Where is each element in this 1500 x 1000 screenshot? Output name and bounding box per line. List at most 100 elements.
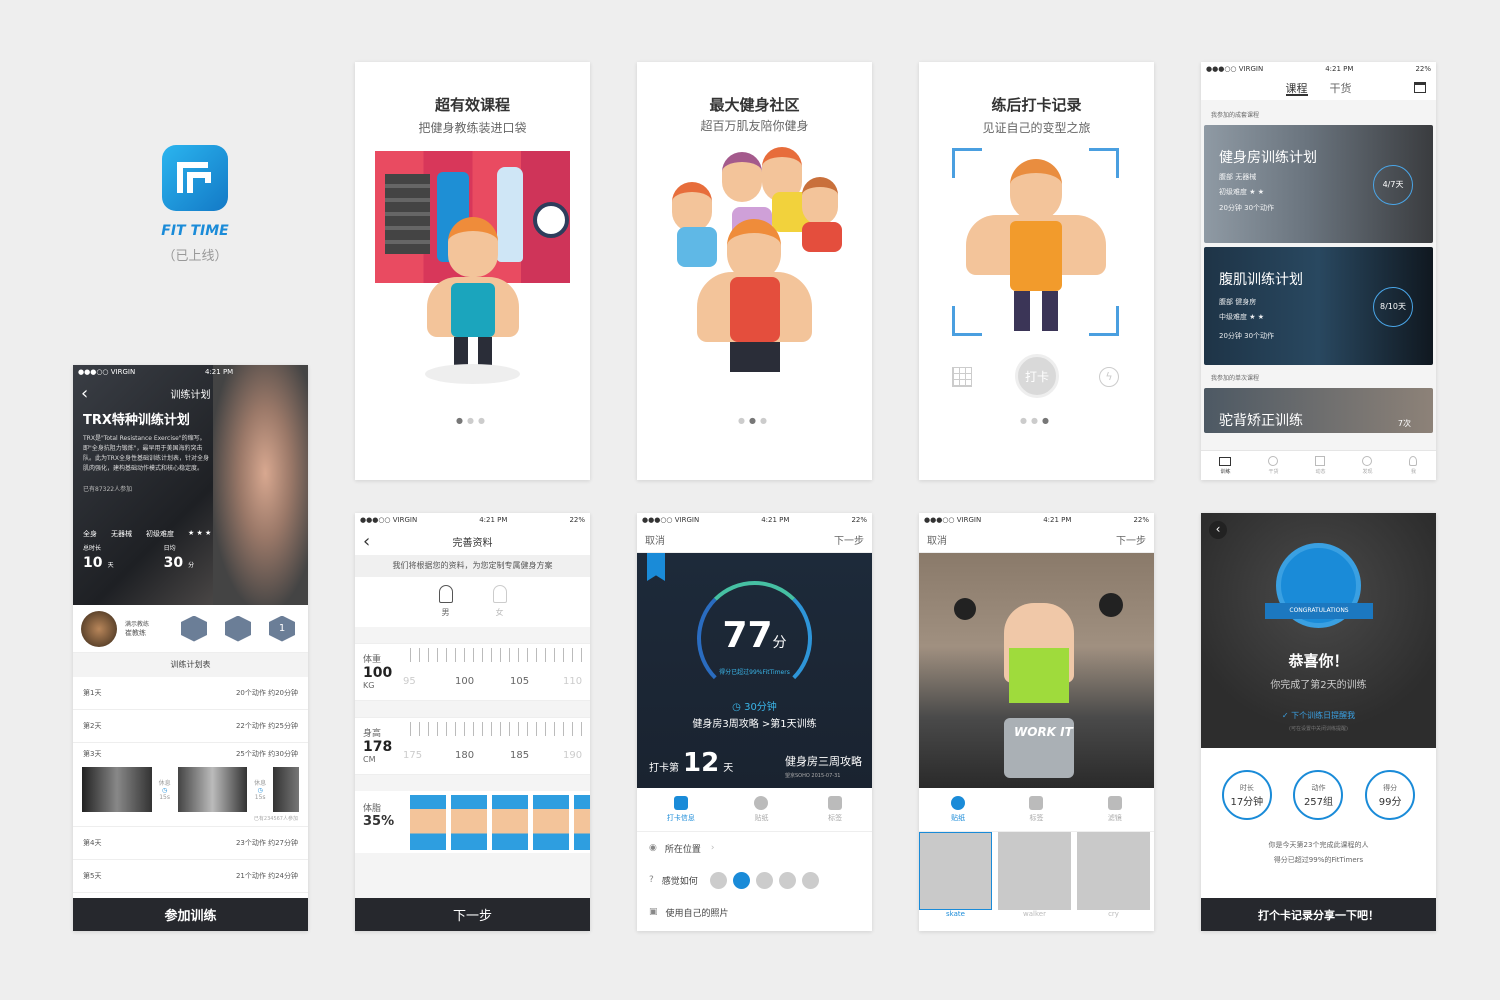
face-icon[interactable] bbox=[778, 871, 796, 889]
checkin-days: 12 bbox=[683, 748, 720, 778]
nav-profile[interactable]: 我 bbox=[1409, 456, 1418, 475]
day-row[interactable]: 第2天 22个动作 约25分钟 bbox=[73, 710, 308, 743]
body-type-thumb[interactable] bbox=[492, 795, 528, 850]
brand-block: FIT TIME （已上线） bbox=[150, 145, 240, 264]
photo-row[interactable]: ▣ 使用自己的照片 bbox=[649, 896, 860, 928]
tab-stickers[interactable]: 贴纸 bbox=[951, 796, 966, 823]
tab-courses[interactable]: 课程 bbox=[1285, 76, 1308, 96]
height-ruler[interactable]: 身高 178 CM 175 180 185 190 bbox=[355, 717, 590, 775]
course-card[interactable]: 驼背矫正训练 7次 bbox=[1204, 388, 1433, 433]
back-icon[interactable]: ‹ bbox=[1209, 521, 1227, 539]
body-fat-picker[interactable]: 体脂 35% bbox=[355, 791, 590, 853]
stopwatch-icon bbox=[533, 202, 569, 238]
duration-value: 10 bbox=[83, 555, 103, 571]
badge-icon: 1 bbox=[269, 615, 295, 642]
sticker-item[interactable]: cry bbox=[1077, 832, 1150, 918]
screen-courses: ●●●○○ VIRGIN 4:21 PM 22% 课程 干货 我参加的成套课程 健身… bbox=[1201, 62, 1436, 480]
tab-checkin-info[interactable]: 打卡信息 bbox=[667, 796, 695, 823]
remind-toggle[interactable]: ✓ 下个训练日提醒我 bbox=[1201, 710, 1436, 721]
brand-name: FIT TIME bbox=[161, 223, 229, 239]
tab-articles[interactable]: 干货 bbox=[1330, 76, 1352, 100]
coach-avatar[interactable] bbox=[81, 610, 117, 647]
body-type-thumb[interactable] bbox=[533, 795, 569, 850]
stat-reps: 动作 257组 bbox=[1293, 770, 1344, 820]
brand-status: （已上线） bbox=[162, 249, 228, 264]
tag: 全身 bbox=[83, 530, 97, 538]
tab-tags[interactable]: 标签 bbox=[828, 796, 843, 823]
plan-desc: TRX是"Total Resistance Exercise"的缩写。即"全身抗… bbox=[83, 435, 209, 472]
face-icon[interactable] bbox=[755, 871, 773, 889]
face-icon[interactable] bbox=[732, 871, 750, 889]
back-icon[interactable]: ‹ bbox=[81, 383, 101, 404]
tab-tags[interactable]: 标签 bbox=[1029, 796, 1044, 823]
next-button[interactable]: 下一步 bbox=[834, 532, 864, 547]
sticker-item[interactable]: skate bbox=[919, 832, 992, 918]
join-training-button[interactable]: 参加训练 bbox=[73, 898, 308, 931]
face-icon[interactable] bbox=[801, 871, 819, 889]
body-type-thumb[interactable] bbox=[451, 795, 487, 850]
status-bar: ●●●○○ VIRGIN 4:21 PM 22% bbox=[642, 516, 867, 524]
day-row[interactable]: 第4天 23个动作 约27分钟 bbox=[73, 827, 308, 860]
nav-training[interactable]: 训练 bbox=[1219, 456, 1232, 475]
cancel-button[interactable]: 取消 bbox=[645, 532, 665, 547]
back-icon[interactable]: ‹ bbox=[363, 531, 383, 552]
bottom-nav: 训练 干货 动态 发现 我 bbox=[1201, 450, 1436, 480]
day-row[interactable]: 第5天 21个动作 约24分钟 bbox=[73, 860, 308, 893]
trainer-character bbox=[966, 159, 1106, 331]
ribbon: CONGRATULATIONS bbox=[1265, 603, 1373, 619]
next-button[interactable]: 下一步 bbox=[1116, 532, 1146, 547]
pager-dots: ●●● bbox=[1020, 416, 1053, 425]
course-card[interactable]: 健身房训练计划 腹部 无器械 初级难度 ★ ★ 20分钟 30个动作 4/7天 bbox=[1204, 125, 1433, 243]
workout-photo: WORK IT bbox=[919, 553, 1154, 788]
weight-ruler[interactable]: 体重 100 KG 95 100 105 110 bbox=[355, 643, 590, 701]
day-row[interactable]: 第1天 20个动作 约20分钟 bbox=[73, 677, 308, 710]
screen-profile-setup: ●●●○○ VIRGIN 4:21 PM 22% ‹ 完善资料 我们将根据您的资料，… bbox=[355, 513, 590, 931]
nav-discover[interactable]: 发现 bbox=[1362, 456, 1372, 475]
trainer-character bbox=[427, 217, 519, 377]
calendar-icon[interactable] bbox=[1414, 82, 1426, 93]
face-icon[interactable] bbox=[709, 871, 727, 889]
exercise-thumb[interactable] bbox=[177, 766, 248, 812]
sticker-item[interactable]: walker bbox=[998, 832, 1071, 918]
onboard-title: 最大健身社区 bbox=[709, 96, 800, 114]
tab-stickers[interactable]: 贴纸 bbox=[754, 796, 769, 823]
next-button[interactable]: 下一步 bbox=[355, 898, 590, 931]
location-icon: ◉ bbox=[649, 843, 657, 853]
beat-text: 得分已超过99%的FitTimers bbox=[1273, 856, 1364, 864]
page-title: 完善资料 bbox=[452, 537, 493, 549]
flash-icon[interactable]: ϟ bbox=[1099, 367, 1119, 387]
onboard-subtitle: 把健身教练装进口袋 bbox=[418, 121, 527, 135]
location-row[interactable]: ◉ 所在位置 › bbox=[649, 832, 860, 864]
feeling-row: ? 感觉如何 bbox=[649, 864, 860, 896]
progress-ring: 8/10天 bbox=[1373, 287, 1413, 327]
gender-male[interactable]: 男 bbox=[438, 585, 453, 627]
onboard-title: 练后打卡记录 bbox=[991, 96, 1082, 114]
section-label: 我参加的成套课程 bbox=[1211, 112, 1260, 119]
screen-onboard-courses: 超有效课程 把健身教练装进口袋 ●●● bbox=[355, 62, 590, 480]
tag: 无器械 bbox=[111, 530, 132, 538]
remind-hint: (可在设置中关闭训练提醒) bbox=[1289, 726, 1348, 732]
exercise-thumb[interactable] bbox=[82, 766, 152, 812]
tab-filters[interactable]: 滤镜 bbox=[1107, 796, 1122, 823]
share-button[interactable]: 打个卡记录分享一下吧！ bbox=[1201, 898, 1436, 931]
nav-feed[interactable]: 动态 bbox=[1315, 456, 1325, 475]
exercise-thumb[interactable] bbox=[273, 766, 299, 812]
cancel-button[interactable]: 取消 bbox=[927, 532, 947, 547]
logo-flag-icon bbox=[647, 553, 665, 581]
congrats-title: 恭喜你！ bbox=[1288, 652, 1349, 670]
plan-title: TRX特种训练计划 bbox=[83, 413, 190, 428]
body-type-thumb[interactable] bbox=[574, 795, 590, 850]
nav-articles[interactable]: 干货 bbox=[1268, 456, 1278, 475]
tag: 初级难度 bbox=[146, 530, 174, 538]
daily-value: 30 bbox=[163, 555, 184, 571]
body-type-thumb[interactable] bbox=[410, 795, 446, 850]
checkin-button[interactable]: 打卡 bbox=[1015, 354, 1059, 398]
score-beat: 得分已超过99%FitTimers bbox=[719, 669, 790, 676]
course-card[interactable]: 腹肌训练计划 腹部 健身房 中级难度 ★ ★ 20分钟 30个动作 8/10天 bbox=[1204, 247, 1433, 365]
dumbbell-icon bbox=[385, 174, 430, 254]
progress-ring: 4/7天 bbox=[1373, 165, 1413, 205]
gender-female[interactable]: 女 bbox=[492, 585, 507, 627]
status-bar: ●●●○○ VIRGIN 4:21 PM bbox=[78, 368, 234, 376]
grid-icon[interactable] bbox=[952, 367, 972, 387]
day-row[interactable]: 第3天 25个动作 约30分钟 bbox=[73, 743, 308, 765]
